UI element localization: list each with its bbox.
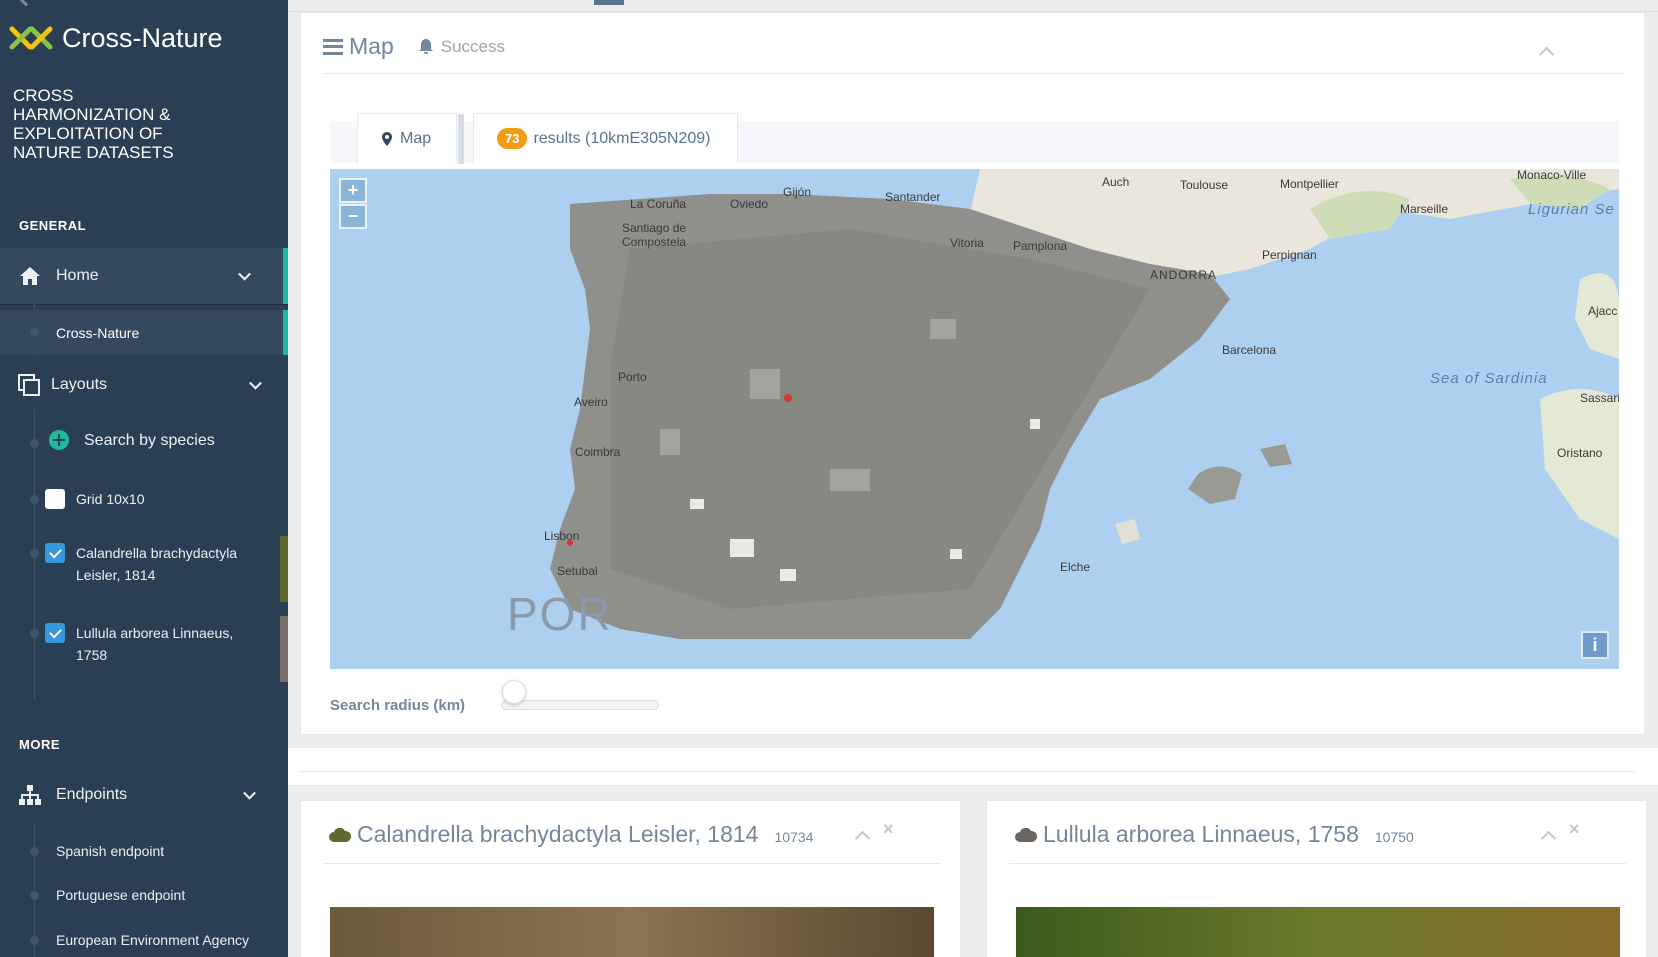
results-count-badge: 73	[497, 128, 528, 149]
map-pin-icon	[382, 131, 392, 146]
map-tabbar: Map 73 results (10kmE305N209)	[330, 113, 1619, 164]
section-general: GENERAL	[19, 218, 87, 233]
sidebar-item-layouts[interactable]: Layouts	[0, 360, 288, 410]
tab-map[interactable]: Map	[357, 113, 464, 164]
close-icon[interactable]: ×	[1569, 819, 1580, 840]
sidebar-item-home[interactable]: Home	[0, 248, 288, 304]
search-radius-slider-handle[interactable]	[502, 680, 526, 704]
sitemap-icon	[18, 783, 42, 807]
map-title: Map	[349, 33, 394, 59]
tab-results[interactable]: 73 results (10kmE305N209)	[473, 113, 738, 163]
layouts-label: Layouts	[51, 376, 108, 393]
sidebar-item-search-by-species[interactable]: Search by species	[0, 430, 288, 452]
sidebar-item-lullula[interactable]: Lullula arborea Linnaeus, 1758	[0, 622, 288, 666]
cross-nature-logo	[9, 26, 53, 50]
species-count: 10734	[774, 829, 814, 845]
home-label: Home	[56, 267, 99, 284]
zoom-out-button[interactable]: −	[339, 204, 367, 229]
sidebar-item-grid[interactable]: Grid 10x10	[0, 488, 288, 510]
grid-label: Grid 10x10	[76, 491, 145, 507]
brand-name: Cross-Nature	[62, 22, 223, 53]
plus-circle-icon	[49, 430, 69, 450]
back-arrow-icon[interactable]	[17, 0, 35, 7]
tab-map-label: Map	[400, 129, 432, 147]
section-more: MORE	[19, 737, 60, 752]
hamburger-icon	[323, 38, 343, 55]
species-panel-calandrella: Calandrella brachydactyla Leisler, 1814 …	[300, 800, 961, 957]
map-status: Success	[440, 36, 505, 56]
lullula-checkbox[interactable]	[45, 623, 65, 643]
sidebar-item-endpoints[interactable]: Endpoints	[0, 770, 288, 820]
map-panel-title: Map Success	[323, 33, 505, 60]
search-radius-slider-track[interactable]	[501, 700, 659, 710]
collapse-icon[interactable]	[1540, 830, 1557, 847]
top-tab-indicator	[594, 0, 624, 5]
lullula-label: Lullula arborea Linnaeus, 1758	[76, 625, 234, 663]
map-canvas[interactable]: + − i La Coruña Oviedo Gijón Santander S…	[330, 169, 1619, 669]
layers-icon	[17, 373, 41, 397]
cross-nature-label: Cross-Nature	[56, 324, 140, 341]
species-name: Lullula arborea Linnaeus, 1758	[1043, 821, 1359, 847]
species-panel-lullula: Lullula arborea Linnaeus, 1758 10750 ×	[986, 800, 1647, 957]
search-by-species-label: Search by species	[84, 432, 215, 449]
collapse-icon[interactable]	[1538, 46, 1555, 63]
species-count: 10750	[1374, 829, 1414, 845]
cloud-icon	[1015, 828, 1037, 842]
endpoints-label: Endpoints	[56, 786, 128, 803]
calandrella-label: Calandrella brachydactyla Leisler, 1814	[76, 545, 238, 583]
grid-checkbox[interactable]	[45, 489, 65, 509]
chevron-down-icon	[249, 376, 262, 390]
lullula-color-swatch	[280, 616, 288, 682]
calandrella-checkbox[interactable]	[45, 543, 65, 563]
chevron-down-icon	[243, 786, 256, 800]
sidebar-item-calandrella[interactable]: Calandrella brachydactyla Leisler, 1814	[0, 542, 288, 586]
sidebar-item-eea-endpoint[interactable]: European Environment Agency	[0, 929, 288, 951]
species-photo	[330, 907, 934, 957]
species-photo	[1016, 907, 1620, 957]
sidebar-item-spanish-endpoint[interactable]: Spanish endpoint	[0, 840, 288, 862]
brand[interactable]: Cross-Nature	[8, 18, 223, 58]
calandrella-color-swatch	[280, 536, 288, 602]
zoom-in-button[interactable]: +	[339, 178, 367, 203]
collapse-icon[interactable]	[854, 830, 871, 847]
map-info-button[interactable]: i	[1581, 631, 1609, 659]
map-panel: Map Success Map 73 results (10kmE305N209…	[300, 12, 1645, 735]
tab-results-label: results (10kmE305N209)	[533, 129, 711, 147]
sidebar: Cross-Nature CROSS HARMONIZATION & EXPLO…	[0, 0, 288, 957]
cloud-icon	[329, 828, 351, 842]
brand-tagline: CROSS HARMONIZATION & EXPLOITATION OF NA…	[13, 86, 174, 162]
section-separator	[288, 748, 1658, 786]
top-bar	[288, 0, 1658, 12]
close-icon[interactable]: ×	[883, 819, 894, 840]
search-radius-label: Search radius (km)	[330, 697, 466, 714]
sidebar-item-cross-nature[interactable]: Cross-Nature	[0, 310, 288, 355]
chevron-down-icon	[238, 267, 251, 281]
species-name: Calandrella brachydactyla Leisler, 1814	[357, 821, 759, 847]
sidebar-item-portuguese-endpoint[interactable]: Portuguese endpoint	[0, 884, 288, 906]
home-icon	[18, 264, 42, 288]
bell-icon	[418, 39, 433, 54]
